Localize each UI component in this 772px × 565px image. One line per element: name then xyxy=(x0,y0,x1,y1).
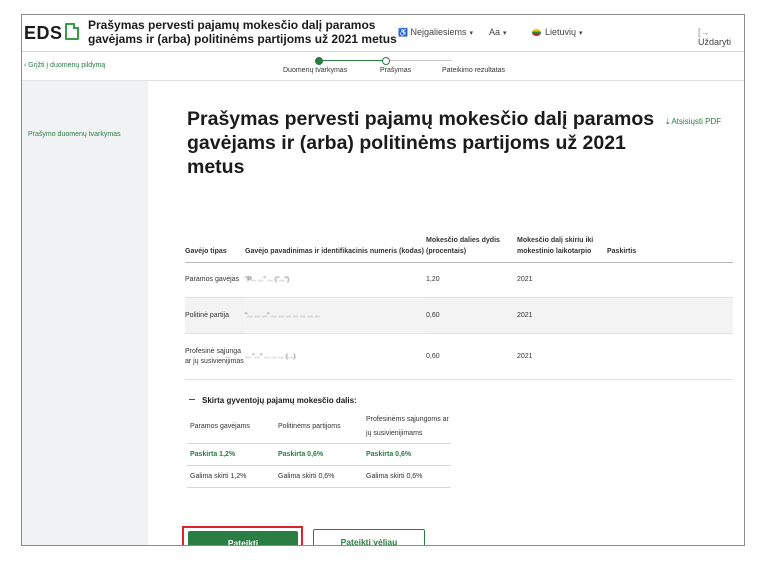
table-row: Politinė partija "... ... ..." ... ... .… xyxy=(185,297,733,334)
column-header: Mokesčio dalies dydis (procentais) xyxy=(426,231,517,263)
allocated-value: Paskirta 0,6% xyxy=(275,443,363,466)
column-header: Gavėjo pavadinimas ir identifikacinis nu… xyxy=(245,231,426,263)
download-pdf-label: Atsisiųsti PDF xyxy=(671,117,722,126)
cell-pct: 0,60 xyxy=(426,297,517,334)
document-icon xyxy=(64,23,79,40)
cell-type: Paramos gavėjas xyxy=(185,262,245,298)
cell-type: Politinė partija xyxy=(185,297,245,334)
header-title: Prašymas pervesti pajamų mokesčio dalį p… xyxy=(88,18,397,46)
cell-pct: 0,60 xyxy=(426,333,517,380)
cell-purpose xyxy=(607,262,733,298)
cell-pct: 1,20 xyxy=(426,262,517,298)
step-dot-current xyxy=(382,57,390,65)
language-menu[interactable]: Lietuvių ▾ xyxy=(532,27,583,37)
lithuania-flag-icon xyxy=(532,29,541,36)
collapse-icon xyxy=(189,399,195,400)
step-label: Prašymas xyxy=(380,67,412,74)
stepper: Duomenų tvarkymas Prašymas Pateikimo rez… xyxy=(283,54,524,78)
cell-year: 2021 xyxy=(517,297,607,334)
available-value: Galima skirti 0,6% xyxy=(363,465,451,488)
summary-allocated-row: Paskirta 1,2% Paskirta 0,6% Paskirta 0,6… xyxy=(187,443,451,466)
column-header: Gavėjo tipas xyxy=(185,231,245,263)
summary-toggle[interactable]: Skirta gyventojų pajamų mokesčio dalis: xyxy=(189,396,357,405)
stepper-line-done xyxy=(318,60,385,61)
available-value: Galima skirti 0,6% xyxy=(275,465,363,488)
cell-purpose xyxy=(607,333,733,380)
cell-year: 2021 xyxy=(517,262,607,298)
main-content: Prašymas pervesti pajamų mokesčio dalį p… xyxy=(148,81,744,545)
summary-table: Paramos gavėjams Politinėms partijoms Pr… xyxy=(187,411,451,488)
top-header: EDS Prašymas pervesti pajamų mokesčio da… xyxy=(22,15,744,52)
close-label: Uždaryti xyxy=(698,37,732,47)
cell-type: Profesinė sąjunga ar jų susivienijimas xyxy=(185,333,245,380)
summary-header-row: Paramos gavėjams Politinėms partijoms Pr… xyxy=(187,411,451,444)
cell-year: 2021 xyxy=(517,333,607,380)
recipients-table: Gavėjo tipas Gavėjo pavadinimas ir ident… xyxy=(185,231,733,380)
font-size-menu[interactable]: Aa ▾ xyxy=(489,27,507,37)
back-link[interactable]: ‹ Grįžti į duomenų pildymą xyxy=(24,62,105,69)
download-pdf-link[interactable]: ⤓ Atsisiųsti PDF xyxy=(666,117,721,127)
chevron-down-icon: ▾ xyxy=(579,30,583,37)
font-size-label: Aa xyxy=(489,27,501,37)
download-icon: ⤓ xyxy=(666,117,670,126)
available-value: Galima skirti 1,2% xyxy=(187,465,275,488)
step-label: Pateikimo rezultatas xyxy=(442,67,506,74)
summary-header: Paramos gavėjams xyxy=(187,411,275,444)
sidebar-link-data-management[interactable]: Prašymo duomenų tvarkymas xyxy=(28,131,121,138)
summary-title: Skirta gyventojų pajamų mokesčio dalis: xyxy=(202,396,357,405)
logo-text: EDS xyxy=(24,23,63,43)
eds-logo[interactable]: EDS xyxy=(24,23,79,44)
table-row: Paramos gavėjas "P... ..." ... ("...") 1… xyxy=(185,262,733,298)
summary-available-row: Galima skirti 1,2% Galima skirti 0,6% Ga… xyxy=(187,465,451,488)
submit-button[interactable]: Pateikti xyxy=(188,531,298,545)
exit-icon: [→ xyxy=(698,27,710,37)
cell-name: "... ... ..." ... ... ... ... ... ... ..… xyxy=(245,297,426,334)
step-dot-done xyxy=(315,57,323,65)
column-header: Paskirtis xyxy=(607,231,733,263)
page-title: Prašymas pervesti pajamų mokesčio dalį p… xyxy=(187,108,655,178)
accessibility-menu[interactable]: ♿ Neįgaliesiems ▾ xyxy=(398,27,473,37)
chevron-down-icon: ▾ xyxy=(469,30,474,37)
cell-purpose xyxy=(607,297,733,334)
accessibility-label: Neįgaliesiems xyxy=(410,27,467,37)
language-label: Lietuvių xyxy=(545,27,577,37)
column-header: Mokesčio dalį skiriu iki mokestinio laik… xyxy=(517,231,607,263)
summary-header: Politinėms partijoms xyxy=(275,411,363,444)
cell-name: "P... ..." ... ("...") xyxy=(245,262,426,298)
allocated-value: Paskirta 1,2% xyxy=(187,443,275,466)
chevron-down-icon: ▾ xyxy=(503,30,507,37)
allocated-value: Paskirta 0,6% xyxy=(363,443,451,466)
progress-bar: ‹ Grįžti į duomenų pildymą Duomenų tvark… xyxy=(22,52,744,81)
back-link-label: Grįžti į duomenų pildymą xyxy=(28,62,106,69)
table-row: Profesinė sąjunga ar jų susivienijimas .… xyxy=(185,333,733,380)
summary-header: Profesinėms sąjungoms ar jų susivienijim… xyxy=(363,411,451,444)
submit-later-button[interactable]: Pateikti vėliau xyxy=(313,529,425,545)
step-label: Duomenų tvarkymas xyxy=(283,67,348,74)
close-link[interactable]: [→ Uždaryti xyxy=(698,27,744,47)
app-window: EDS Prašymas pervesti pajamų mokesčio da… xyxy=(21,14,745,546)
accessibility-icon: ♿ xyxy=(398,28,408,37)
sidebar: Prašymo duomenų tvarkymas xyxy=(22,81,148,545)
cell-name: ... "..." ... ... ... (...) xyxy=(245,333,426,380)
table-header-row: Gavėjo tipas Gavėjo pavadinimas ir ident… xyxy=(185,231,733,263)
